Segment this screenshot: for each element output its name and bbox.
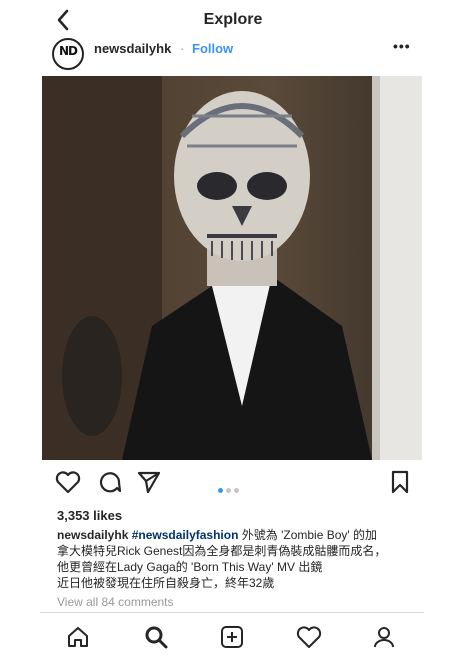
carousel-indicator xyxy=(218,480,242,498)
carousel-dot xyxy=(226,488,231,493)
caption-text-4: 近日他被發現在住所自殺身亡，終年32歲 xyxy=(57,576,275,590)
separator-dot: · xyxy=(180,41,185,56)
carousel-dot-active xyxy=(218,488,223,493)
follow-button[interactable]: Follow xyxy=(192,41,233,56)
activity-heart-icon[interactable] xyxy=(296,625,322,649)
post-username[interactable]: newsdailyhk xyxy=(94,41,171,56)
page-title: Explore xyxy=(203,11,263,28)
caption-username[interactable]: newsdailyhk xyxy=(57,528,128,542)
send-icon[interactable] xyxy=(137,470,161,494)
caption-text-1: 外號為 'Zombie Boy' 的加 xyxy=(238,528,378,542)
add-post-icon[interactable] xyxy=(220,625,244,649)
avatar-logo-text: ND xyxy=(59,44,78,58)
more-options-button[interactable]: ••• xyxy=(393,38,411,54)
post-image xyxy=(42,76,422,460)
post-photo[interactable] xyxy=(42,76,422,460)
bookmark-icon[interactable] xyxy=(390,470,410,494)
bottom-nav xyxy=(40,612,424,659)
likes-count[interactable]: 3,353 likes xyxy=(57,508,122,523)
comment-icon[interactable] xyxy=(97,470,121,494)
view-all-comments-link[interactable]: View all 84 comments xyxy=(57,595,174,609)
avatar[interactable]: ND xyxy=(52,38,84,70)
post-caption: newsdailyhk #newsdailyfashion 外號為 'Zombi… xyxy=(57,527,417,591)
heart-icon[interactable] xyxy=(55,470,81,494)
top-bar: Explore xyxy=(0,0,466,40)
home-icon[interactable] xyxy=(66,625,90,649)
carousel-dot xyxy=(234,488,239,493)
profile-icon[interactable] xyxy=(372,625,396,649)
caption-text-3: 他更曾經在Lady Gaga的 'Born This Way' MV 出鏡 xyxy=(57,560,323,574)
caption-text-2: 拿大模特兒Rick Genest因為全身都是刺青偽裝成骷髏而成名， xyxy=(57,544,387,558)
caption-hashtag[interactable]: #newsdailyfashion xyxy=(132,528,239,542)
search-icon[interactable] xyxy=(144,625,168,649)
